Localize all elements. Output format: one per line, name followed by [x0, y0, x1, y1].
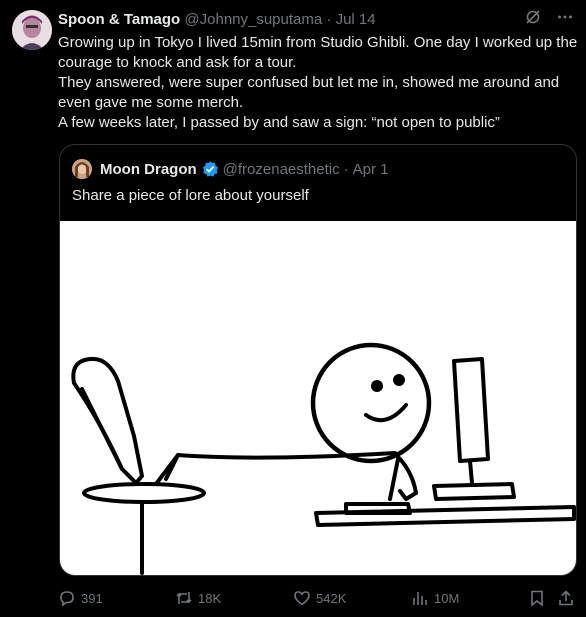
bookmark-button[interactable]: [528, 588, 546, 608]
like-icon: [293, 589, 311, 607]
grok-icon[interactable]: [524, 8, 542, 32]
like-count: 542K: [316, 590, 347, 606]
reply-count: 391: [81, 590, 103, 606]
bookmark-icon: [528, 589, 546, 607]
share-icon: [557, 589, 575, 607]
reply-icon: [58, 589, 76, 607]
separator-dot: ·: [343, 160, 349, 178]
author-handle[interactable]: @Johnny_suputama: [184, 11, 322, 28]
views-count: 10M: [434, 590, 460, 606]
tweet-header: Spoon & Tamago @Johnny_suputama · Jul 14: [58, 10, 574, 30]
tweet: Spoon & Tamago @Johnny_suputama · Jul 14…: [0, 0, 586, 617]
quote-date[interactable]: Apr 1: [353, 161, 389, 178]
repost-icon: [175, 589, 193, 607]
quote-header: Moon Dragon @frozenaesthetic · Apr 1: [72, 159, 564, 179]
views-icon: [411, 589, 429, 607]
share-button[interactable]: [557, 588, 575, 608]
quote-author-name[interactable]: Moon Dragon: [100, 161, 197, 178]
quote-avatar[interactable]: [72, 159, 92, 179]
repost-button[interactable]: 18K: [175, 588, 221, 608]
more-icon[interactable]: [556, 8, 574, 32]
quote-text: Share a piece of lore about yourself: [72, 187, 309, 204]
tweet-actions: 391 18K 542K 10M: [58, 588, 578, 608]
tweet-date[interactable]: Jul 14: [336, 11, 376, 28]
verified-badge-icon: [201, 160, 219, 178]
repost-count: 18K: [198, 590, 222, 606]
quoted-tweet[interactable]: Moon Dragon @frozenaesthetic · Apr 1 Sha…: [59, 144, 577, 576]
tweet-text: Growing up in Tokyo I lived 15min from S…: [58, 33, 578, 133]
like-button[interactable]: 542K: [293, 588, 346, 608]
reply-button[interactable]: 391: [58, 588, 103, 608]
header-icons: [524, 10, 574, 30]
tweet-paragraph: They answered, were super confused but l…: [58, 74, 560, 111]
author-name[interactable]: Spoon & Tamago: [58, 11, 180, 28]
stick-figure-at-computer-drawing: [71, 342, 576, 575]
author-avatar[interactable]: [12, 10, 52, 50]
tweet-paragraph: Growing up in Tokyo I lived 15min from S…: [58, 34, 578, 71]
tweet-paragraph: A few weeks later, I passed by and saw a…: [58, 114, 500, 131]
quote-author-handle[interactable]: @frozenaesthetic: [223, 161, 340, 178]
views-button[interactable]: 10M: [411, 588, 459, 608]
quote-image[interactable]: [60, 221, 576, 575]
separator-dot: ·: [326, 11, 332, 28]
